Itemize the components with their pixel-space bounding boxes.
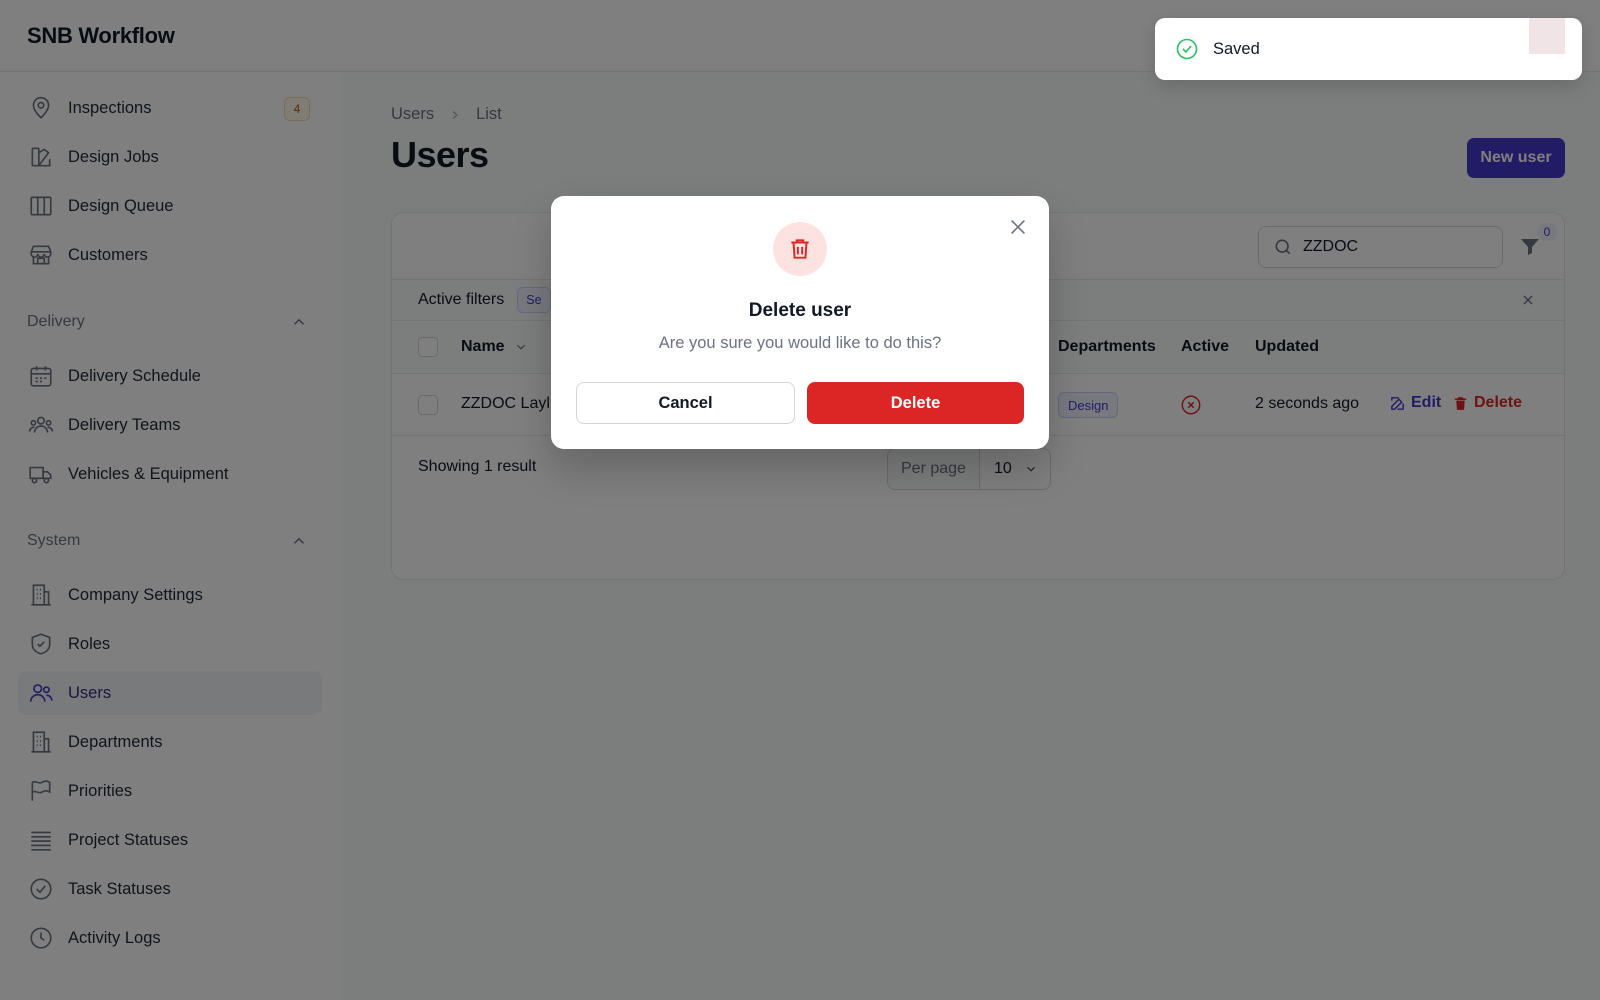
warning-icon-wrap <box>773 222 827 276</box>
check-circle-icon <box>1176 38 1198 60</box>
cancel-button[interactable]: Cancel <box>576 382 795 424</box>
confirm-delete-button[interactable]: Delete <box>807 382 1024 424</box>
dialog-title: Delete user <box>748 300 852 321</box>
toast-message: Saved <box>1213 39 1260 58</box>
delete-user-dialog: Delete user Are you sure you would like … <box>551 196 1049 449</box>
toast-notification: Saved <box>1155 18 1582 80</box>
toast-close-button[interactable] <box>1529 18 1565 54</box>
modal-backdrop[interactable] <box>0 0 1600 1000</box>
trash-icon <box>791 239 809 259</box>
close-icon[interactable] <box>1007 216 1029 238</box>
dialog-description: Are you sure you would like to do this? <box>658 334 942 352</box>
